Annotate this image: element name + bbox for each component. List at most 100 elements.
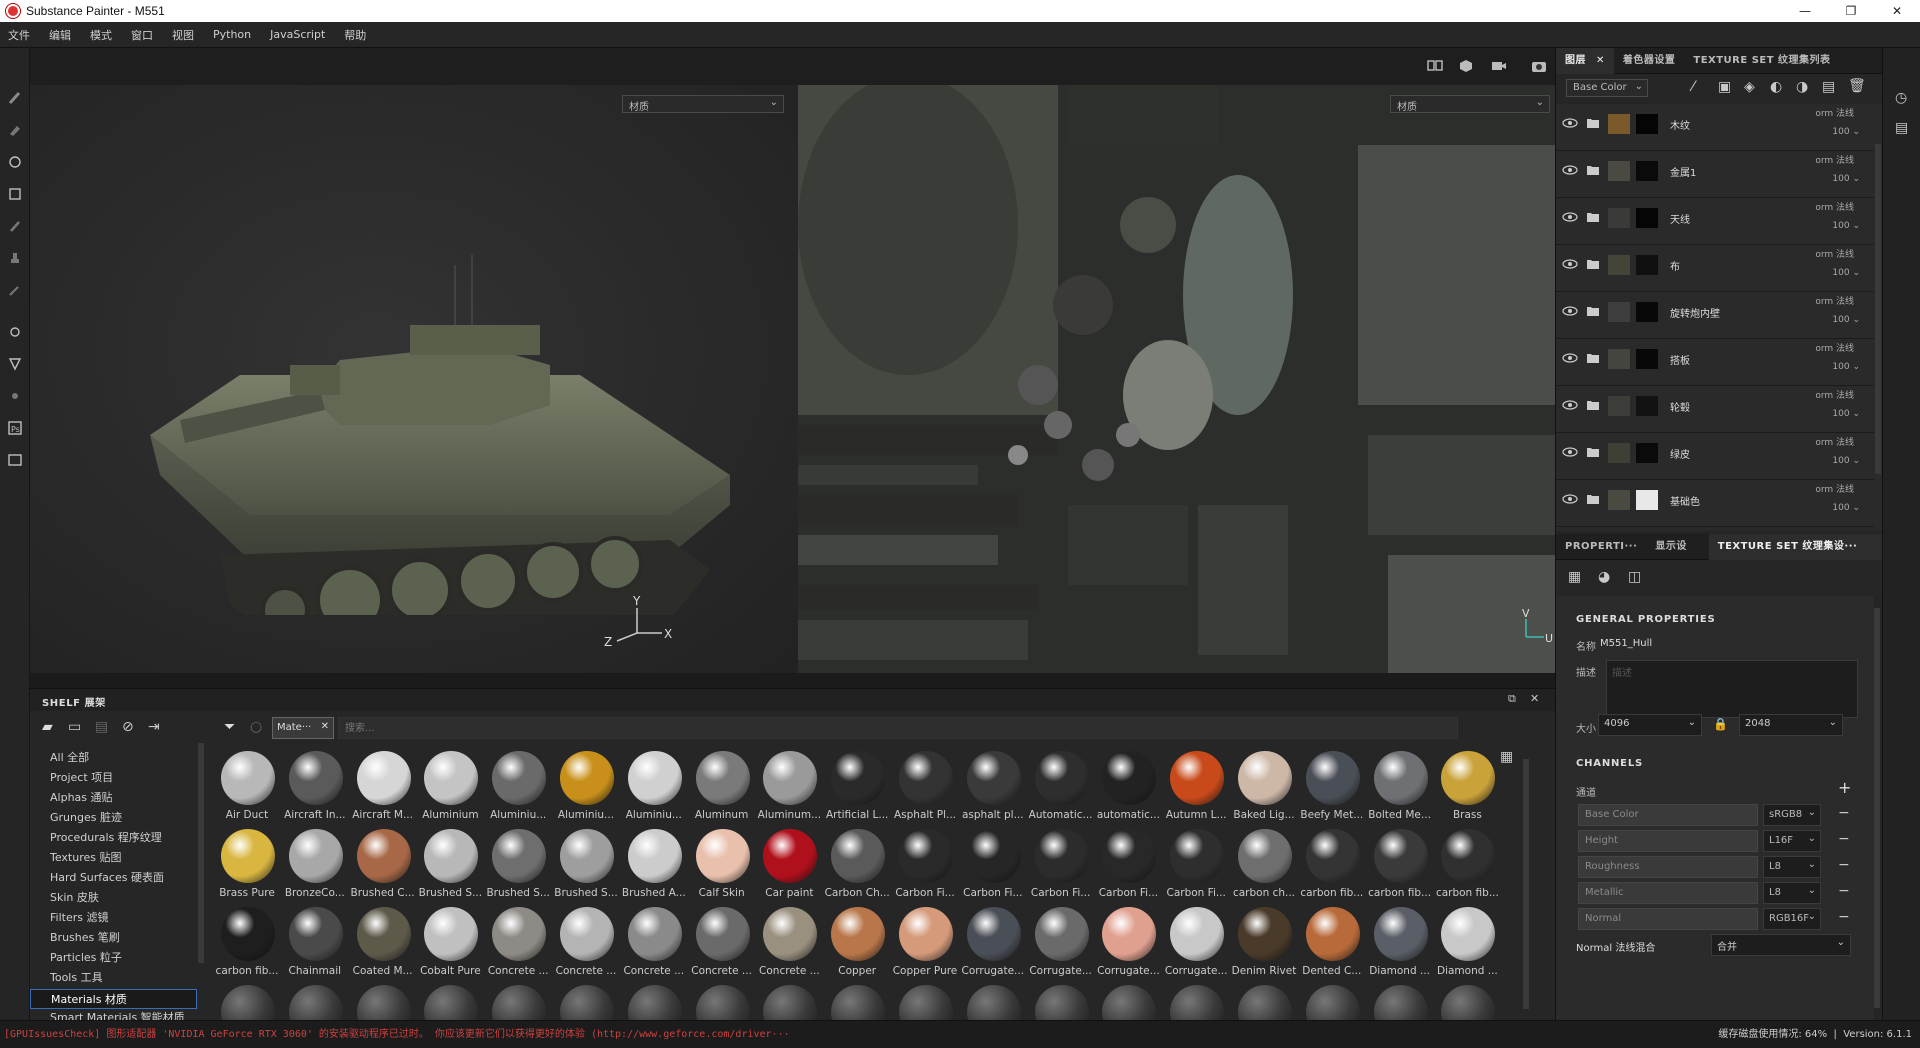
shelf-category[interactable]: Project 项目 bbox=[50, 769, 113, 785]
shelf-category[interactable]: Filters 滤镜 bbox=[50, 909, 108, 925]
material-sphere-icon[interactable]: ◕ bbox=[1598, 569, 1610, 585]
add-mask-icon[interactable]: ◐ bbox=[1770, 79, 1782, 95]
material-preview-sphere[interactable] bbox=[560, 985, 614, 1021]
material-thumbnail[interactable]: Brushed C... bbox=[350, 827, 416, 905]
filter-icon[interactable]: ⏷ bbox=[224, 719, 235, 735]
channel-format-select[interactable]: sRGB8 ⌄ bbox=[1763, 804, 1821, 826]
viewport-2d[interactable]: 材质 ⌄ V U bbox=[798, 85, 1555, 673]
material-preview-sphere[interactable] bbox=[1170, 985, 1225, 1021]
layer-row[interactable]: 天线 orm 法线 100 ⌄ bbox=[1556, 198, 1874, 245]
material-preview-sphere[interactable] bbox=[1034, 985, 1089, 1021]
material-thumbnail[interactable]: Diamond ... bbox=[1367, 905, 1433, 983]
channel-format-select[interactable]: L16F ⌄ bbox=[1763, 830, 1821, 852]
material-thumbnail[interactable]: Aluminium bbox=[417, 749, 483, 827]
material-thumbnail[interactable]: Copper bbox=[824, 905, 890, 983]
minimize-button[interactable]: — bbox=[1782, 0, 1828, 22]
add-channel-button[interactable]: + bbox=[1838, 778, 1851, 797]
layer-row[interactable]: 旋转炮内壁 orm 法线 100 ⌄ bbox=[1556, 292, 1874, 339]
size-height-select[interactable]: 2048 ⌄ bbox=[1739, 714, 1843, 736]
remove-channel-button[interactable]: − bbox=[1838, 857, 1850, 873]
materials-scrollbar[interactable] bbox=[1523, 759, 1529, 1009]
lock-icon[interactable]: 🔒 bbox=[1713, 717, 1728, 731]
material-preview-sphere[interactable] bbox=[492, 985, 547, 1021]
material-thumbnail[interactable]: Baked Lig... bbox=[1231, 749, 1297, 827]
material-thumbnail[interactable]: asphalt pl... bbox=[960, 749, 1026, 827]
status-message[interactable]: [GPUIssuesCheck] 图形适配器 'NVIDIA GeForce R… bbox=[4, 1025, 790, 1040]
uv-frame-icon[interactable]: ◫ bbox=[1628, 569, 1641, 585]
menu-file[interactable]: 文件 bbox=[8, 27, 30, 43]
channel-format-select[interactable]: L8 ⌄ bbox=[1763, 856, 1821, 878]
shelf-search-input[interactable] bbox=[338, 717, 1458, 739]
material-thumbnail[interactable]: Asphalt Pl... bbox=[892, 749, 958, 827]
menu-window[interactable]: 窗口 bbox=[131, 27, 153, 43]
layer-opacity[interactable]: 100 ⌄ bbox=[1832, 268, 1860, 278]
export-textures-icon[interactable] bbox=[7, 452, 23, 468]
layer-opacity[interactable]: 100 ⌄ bbox=[1832, 362, 1860, 372]
material-thumbnail[interactable]: Copper Pure bbox=[892, 905, 958, 983]
menu-python[interactable]: Python bbox=[213, 28, 251, 41]
filter-tag-materials[interactable]: Mate··· ✕ bbox=[272, 717, 334, 739]
cube-view-icon[interactable] bbox=[1458, 58, 1474, 74]
material-thumbnail[interactable]: Aircraft In... bbox=[282, 749, 348, 827]
viewport-3d-material-select[interactable]: 材质 ⌄ bbox=[622, 95, 784, 113]
eye-icon[interactable] bbox=[1562, 447, 1578, 457]
material-thumbnail[interactable]: carbon fib... bbox=[214, 905, 280, 983]
viewport-3d[interactable]: 材质 ⌄ Y X Z bbox=[30, 85, 798, 673]
shelf-category[interactable]: Procedurals 程序纹理 bbox=[50, 829, 162, 845]
wand-icon[interactable]: ⁄ bbox=[1692, 79, 1694, 95]
circle-icon[interactable]: ○ bbox=[250, 719, 262, 735]
material-thumbnail[interactable]: Concrete ... bbox=[756, 905, 822, 983]
description-field[interactable]: 描述 bbox=[1606, 660, 1858, 718]
menu-javascript[interactable]: JavaScript bbox=[270, 28, 325, 41]
projection-icon[interactable] bbox=[7, 154, 23, 170]
hide-icon[interactable]: ⊘ bbox=[122, 719, 134, 735]
material-thumbnail[interactable]: carbon ch... bbox=[1231, 827, 1297, 905]
viewport-2d-material-select[interactable]: 材质 ⌄ bbox=[1390, 95, 1550, 113]
material-thumbnail[interactable]: Brass Pure bbox=[214, 827, 280, 905]
material-thumbnail[interactable]: Carbon Fi... bbox=[892, 827, 958, 905]
material-preview-sphere[interactable] bbox=[899, 985, 953, 1021]
add-effect-icon[interactable]: ◑ bbox=[1796, 79, 1808, 95]
material-thumbnail[interactable]: Dented C... bbox=[1299, 905, 1365, 983]
trash-icon[interactable]: 🗑 bbox=[1848, 78, 1866, 94]
layer-blend-mode[interactable]: orm 法线 bbox=[1815, 106, 1854, 119]
material-thumbnail[interactable]: Carbon Fi... bbox=[960, 827, 1026, 905]
material-thumbnail[interactable]: Brushed S... bbox=[485, 827, 551, 905]
layer-blend-mode[interactable]: orm 法线 bbox=[1815, 247, 1854, 260]
layer-blend-mode[interactable]: orm 法线 bbox=[1815, 341, 1854, 354]
material-thumbnail[interactable]: Chainmail bbox=[282, 905, 348, 983]
material-preview-sphere[interactable] bbox=[763, 985, 818, 1021]
material-thumbnail[interactable]: Autumn L... bbox=[1163, 749, 1229, 827]
material-preview-sphere[interactable] bbox=[627, 985, 682, 1021]
layer-opacity[interactable]: 100 ⌄ bbox=[1832, 503, 1860, 513]
properties-scrollbar[interactable] bbox=[1874, 608, 1880, 1008]
layer-row[interactable]: 布 orm 法线 100 ⌄ bbox=[1556, 245, 1874, 292]
material-thumbnail[interactable]: Carbon Fi... bbox=[1163, 827, 1229, 905]
layer-row[interactable]: 基础色 orm 法线 100 ⌄ bbox=[1556, 480, 1874, 527]
material-thumbnail[interactable]: Concrete ... bbox=[485, 905, 551, 983]
material-preview-sphere[interactable] bbox=[1102, 985, 1157, 1021]
eye-icon[interactable] bbox=[1562, 353, 1578, 363]
material-thumbnail[interactable]: Aluminum bbox=[689, 749, 755, 827]
tab-texture-set-list[interactable]: TEXTURE SET 纹理集列表 bbox=[1684, 48, 1839, 74]
import-icon[interactable]: ⇥ bbox=[148, 719, 160, 735]
shelf-category[interactable]: Particles 粒子 bbox=[50, 949, 122, 965]
material-preview-sphere[interactable] bbox=[1238, 985, 1292, 1021]
mask-icon[interactable] bbox=[7, 356, 23, 372]
add-fill-layer-icon[interactable]: ▣ bbox=[1718, 79, 1731, 95]
shelf-category[interactable]: Tools 工具 bbox=[50, 969, 103, 985]
tab-shader-settings[interactable]: 着色器设置 bbox=[1614, 48, 1685, 74]
material-thumbnail[interactable]: Corrugate... bbox=[1028, 905, 1094, 983]
layer-row[interactable]: 轮毂 orm 法线 100 ⌄ bbox=[1556, 386, 1874, 433]
material-preview-sphere[interactable] bbox=[1305, 985, 1360, 1021]
layer-row[interactable]: 搭板 orm 法线 100 ⌄ bbox=[1556, 339, 1874, 386]
layer-opacity[interactable]: 100 ⌄ bbox=[1832, 456, 1860, 466]
shelf-category[interactable]: Skin 皮肤 bbox=[50, 889, 99, 905]
layer-opacity[interactable]: 100 ⌄ bbox=[1832, 127, 1860, 137]
menu-mode[interactable]: 模式 bbox=[90, 27, 112, 43]
eye-icon[interactable] bbox=[1562, 165, 1578, 175]
layer-blend-mode[interactable]: orm 法线 bbox=[1815, 153, 1854, 166]
material-thumbnail[interactable]: Bolted Me... bbox=[1367, 749, 1433, 827]
material-thumbnail[interactable]: Air Duct bbox=[214, 749, 280, 827]
float-panel-icon[interactable]: ⧉ bbox=[1508, 692, 1516, 706]
